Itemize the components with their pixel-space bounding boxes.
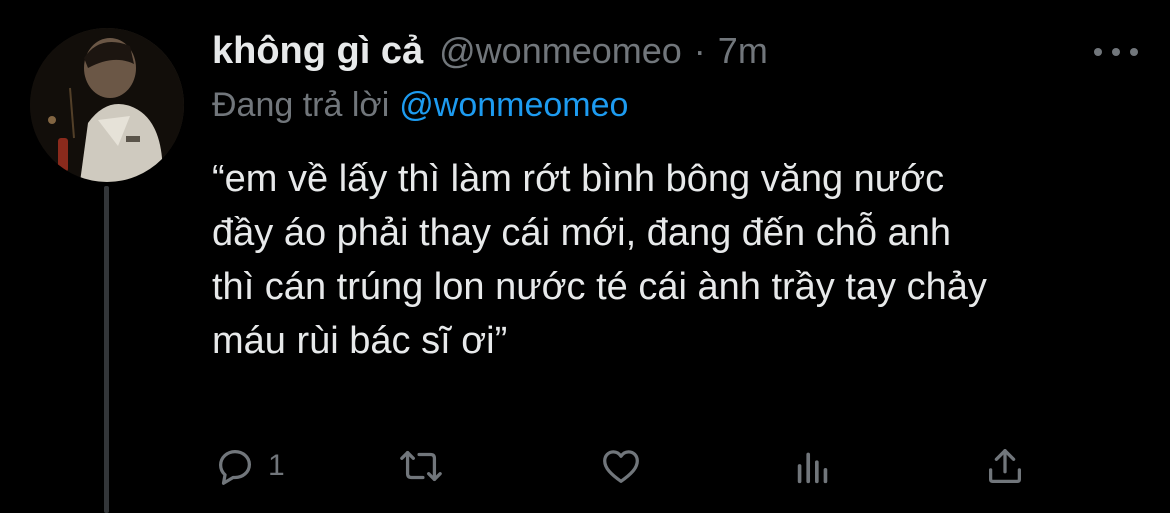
action-bar: 1 [212,440,1132,492]
tweet-text-line: máu rùi bác sĩ ơi” [212,320,508,362]
tweet[interactable]: không gì cả @wonmeomeo · 7m Đang trả lời… [0,0,1170,513]
avatar-photo [30,28,184,182]
retweet-icon [400,450,442,482]
like-heart-icon [603,450,639,483]
more-dot [1112,48,1120,56]
reply-count: 1 [268,449,285,482]
avatar[interactable] [30,28,184,182]
more-dot [1094,48,1102,56]
retweet-button[interactable] [398,440,444,492]
tweet-text-line: “em về lấy thì làm rớt bình bông văng nư… [212,158,945,200]
display-name[interactable]: không gì cả [212,30,423,73]
more-dot [1130,48,1138,56]
replying-to-mention[interactable]: @wonmeomeo [399,86,628,124]
timestamp[interactable]: 7m [718,30,768,72]
reply-button[interactable]: 1 [212,440,285,492]
thread-connector-line [104,186,109,513]
like-button[interactable] [598,440,644,492]
tweet-text: “em về lấy thì làm rớt bình bông văng nư… [212,152,1132,368]
tweet-header: không gì cả @wonmeomeo · 7m [212,30,768,80]
share-button[interactable] [982,440,1028,492]
tweet-text-line: thì cán trúng lon nước té cái ành trầy t… [212,266,987,308]
replying-to-label: Đang trả lời [212,86,390,124]
reply-icon [218,449,252,485]
header-separator: · [693,30,706,71]
share-icon [988,449,1022,483]
tweet-text-line: đầy áo phải thay cái mới, đang đến chỗ a… [212,212,951,254]
analytics-button[interactable] [790,440,836,492]
user-handle[interactable]: @wonmeomeo [439,30,682,72]
more-horizontal-icon[interactable] [1094,40,1138,64]
analytics-icon [797,452,828,484]
replying-to: Đang trả lời @wonmeomeo [212,86,628,125]
